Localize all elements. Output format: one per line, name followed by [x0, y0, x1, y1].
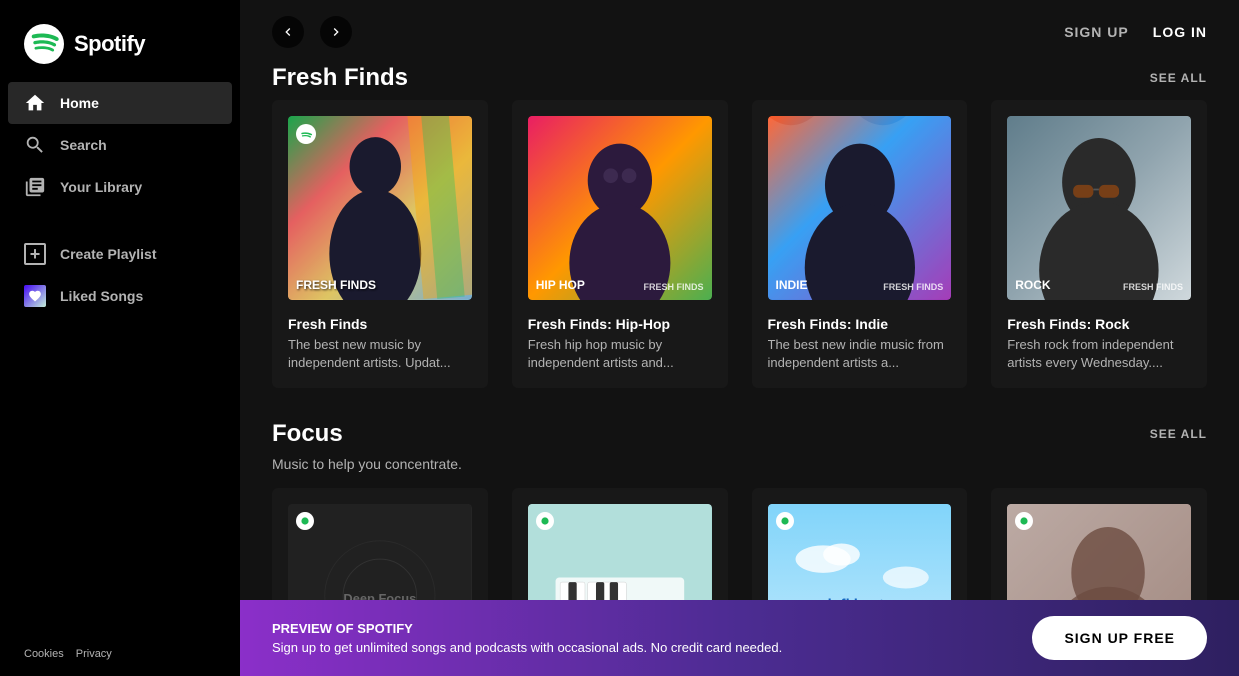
sidebar-item-search[interactable]: Search: [8, 124, 232, 166]
sidebar-item-home[interactable]: Home: [8, 82, 232, 124]
ff-main-spotify-badge: [296, 124, 316, 144]
sidebar-actions: + Create Playlist Liked Songs: [0, 225, 240, 325]
sidebar-navigation: Home Search Your Library: [0, 82, 240, 208]
auth-buttons: SIGN UP LOG IN: [1064, 24, 1207, 40]
nav-arrows: [272, 16, 352, 48]
sidebar-divider: [24, 216, 216, 217]
card-fresh-finds-indie[interactable]: INDIE FRESH FINDS Fresh Finds: Indie The…: [752, 100, 968, 388]
lofi-badge: [776, 512, 794, 530]
fresh-finds-see-all[interactable]: SEE ALL: [1150, 71, 1207, 85]
preview-text: PREVIEW OF SPOTIFY Sign up to get unlimi…: [272, 621, 782, 655]
create-playlist-label: Create Playlist: [60, 246, 157, 262]
fresh-finds-main-title: Fresh Finds: [288, 316, 472, 332]
indie-genre-label: INDIE: [776, 278, 808, 292]
hiphop-genre-label: HIP HOP: [536, 278, 585, 292]
fresh-finds-main-image: FRESH FINDS: [288, 116, 472, 300]
sidebar-library-label: Your Library: [60, 179, 142, 195]
card-fresh-finds-hiphop[interactable]: HIP HOP FRESH FINDS Fresh Finds: Hip-Hop…: [512, 100, 728, 388]
home-icon: [24, 92, 46, 114]
card-image-fresh-finds: FRESH FINDS: [288, 116, 472, 300]
back-button[interactable]: [272, 16, 304, 48]
indie-sub-label: FRESH FINDS: [883, 282, 943, 292]
focus-title: Focus: [272, 420, 343, 448]
peaceful-piano-image: [528, 504, 712, 600]
main-content: SIGN UP LOG IN Fresh Finds SEE ALL: [240, 0, 1239, 676]
liked-songs-button[interactable]: Liked Songs: [8, 275, 232, 317]
spotify-logo-icon: [24, 24, 64, 64]
search-icon: [24, 134, 46, 156]
card-deep-focus[interactable]: Deep Focus Deep Focus: [272, 488, 488, 600]
fresh-finds-title: Fresh Finds: [272, 64, 408, 92]
card-jazz-background[interactable]: Jazz in the Background Jazz in the Backg…: [991, 488, 1207, 600]
fresh-finds-main-desc: The best new music by independent artist…: [288, 336, 472, 372]
forward-button[interactable]: [320, 16, 352, 48]
preview-title: PREVIEW OF SPOTIFY: [272, 621, 782, 636]
cookies-link[interactable]: Cookies: [24, 648, 64, 660]
focus-header: Focus SEE ALL: [272, 420, 1207, 448]
card-image-rock: ROCK FRESH FINDS: [1007, 116, 1191, 300]
lofi-beats-image: lofi beats: [768, 504, 952, 600]
deep-focus-badge: [296, 512, 314, 530]
rock-title: Fresh Finds: Rock: [1007, 316, 1191, 332]
signup-free-button[interactable]: SIGN UP FREE: [1032, 616, 1207, 660]
login-button[interactable]: LOG IN: [1153, 24, 1207, 40]
card-image-jazz: Jazz in the Background: [1007, 504, 1191, 600]
sidebar-footer: Cookies Privacy: [0, 632, 240, 676]
card-fresh-finds-main[interactable]: FRESH FINDS Fresh Finds The best new mus: [272, 100, 488, 388]
liked-songs-icon: [24, 285, 46, 307]
topbar: SIGN UP LOG IN: [240, 0, 1239, 64]
card-peaceful-piano[interactable]: Peaceful Piano: [512, 488, 728, 600]
fresh-finds-section: Fresh Finds SEE ALL: [272, 64, 1207, 388]
peaceful-piano-badge: [536, 512, 554, 530]
library-icon: [24, 176, 46, 198]
card-lofi-beats[interactable]: lofi beats lofi beats: [752, 488, 968, 600]
sidebar-home-label: Home: [60, 95, 99, 111]
jazz-image: Jazz in the Background: [1007, 504, 1191, 600]
privacy-link[interactable]: Privacy: [76, 648, 112, 660]
svg-text:lofi beats: lofi beats: [827, 598, 891, 600]
card-image-deep-focus: Deep Focus: [288, 504, 472, 600]
card-fresh-finds-rock[interactable]: ROCK FRESH FINDS Fresh Finds: Rock Fresh…: [991, 100, 1207, 388]
card-image-indie: INDIE FRESH FINDS: [768, 116, 952, 300]
svg-text:Deep Focus: Deep Focus: [343, 591, 416, 600]
focus-subtitle: Music to help you concentrate.: [272, 456, 1207, 472]
spotify-logo-text: Spotify: [74, 31, 145, 57]
preview-banner: PREVIEW OF SPOTIFY Sign up to get unlimi…: [240, 600, 1239, 676]
logo-area[interactable]: Spotify: [0, 0, 240, 82]
preview-subtitle: Sign up to get unlimited songs and podca…: [272, 640, 782, 655]
card-image-peaceful-piano: [528, 504, 712, 600]
content-area: Fresh Finds SEE ALL: [240, 64, 1239, 600]
hiphop-sub-label: FRESH FINDS: [643, 282, 703, 292]
hiphop-desc: Fresh hip hop music by independent artis…: [528, 336, 712, 372]
hiphop-image: HIP HOP FRESH FINDS: [528, 116, 712, 300]
create-playlist-button[interactable]: + Create Playlist: [8, 233, 232, 275]
hiphop-title: Fresh Finds: Hip-Hop: [528, 316, 712, 332]
rock-image: ROCK FRESH FINDS: [1007, 116, 1191, 300]
indie-image: INDIE FRESH FINDS: [768, 116, 952, 300]
focus-see-all[interactable]: SEE ALL: [1150, 427, 1207, 441]
focus-grid: Deep Focus Deep Focus: [272, 488, 1207, 600]
liked-songs-label: Liked Songs: [60, 288, 143, 304]
fresh-finds-grid: FRESH FINDS Fresh Finds The best new mus: [272, 100, 1207, 388]
create-playlist-icon: +: [24, 243, 46, 265]
signup-button[interactable]: SIGN UP: [1064, 24, 1129, 40]
sidebar-item-library[interactable]: Your Library: [8, 166, 232, 208]
ff-main-genre-label: FRESH FINDS: [296, 278, 376, 292]
rock-sub-label: FRESH FINDS: [1123, 282, 1183, 292]
sidebar-search-label: Search: [60, 137, 107, 153]
rock-genre-label: ROCK: [1015, 278, 1050, 292]
jazz-badge: [1015, 512, 1033, 530]
focus-section: Focus SEE ALL Music to help you concentr…: [272, 420, 1207, 600]
fresh-finds-header: Fresh Finds SEE ALL: [272, 64, 1207, 92]
indie-title: Fresh Finds: Indie: [768, 316, 952, 332]
sidebar: Spotify Home Search Your Library: [0, 0, 240, 676]
indie-desc: The best new indie music from independen…: [768, 336, 952, 372]
card-image-hiphop: HIP HOP FRESH FINDS: [528, 116, 712, 300]
card-image-lofi: lofi beats: [768, 504, 952, 600]
deep-focus-image: Deep Focus: [288, 504, 472, 600]
rock-desc: Fresh rock from independent artists ever…: [1007, 336, 1191, 372]
